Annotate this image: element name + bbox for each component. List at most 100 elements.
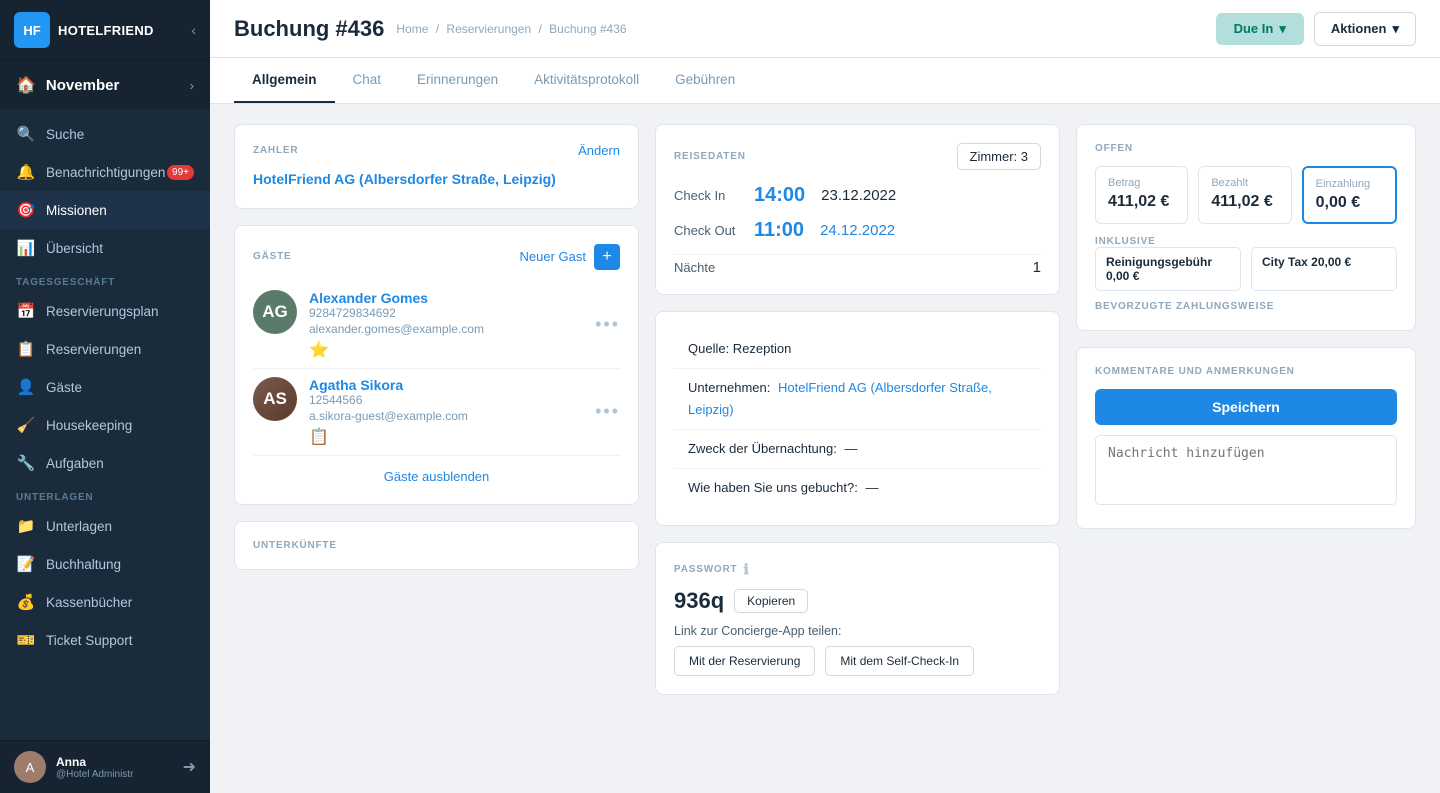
reisedaten-label: REISEDATEN bbox=[674, 151, 746, 162]
sidebar-item-aufgaben[interactable]: 🔧 Aufgaben bbox=[0, 444, 210, 482]
sidebar-item-gaste[interactable]: 👤 Gäste bbox=[0, 368, 210, 406]
nachte-value: 1 bbox=[1033, 259, 1041, 276]
tab-chat[interactable]: Chat bbox=[335, 58, 400, 103]
more-options-icon[interactable]: ••• bbox=[595, 401, 620, 422]
content-area: ZAHLER Ändern HotelFriend AG (Albersdorf… bbox=[210, 104, 1440, 793]
guest-name: Alexander Gomes bbox=[309, 290, 587, 306]
tab-gebuhren[interactable]: Gebühren bbox=[657, 58, 753, 103]
breadcrumb: Home / Reservierungen / Buchung #436 bbox=[396, 22, 626, 36]
right-column: OFFEN Betrag 411,02 € Bezahlt 411,02 € E… bbox=[1076, 124, 1416, 695]
kommentar-input[interactable] bbox=[1095, 435, 1397, 505]
sidebar-item-reservierungen[interactable]: 📋 Reservierungen bbox=[0, 330, 210, 368]
betrag-value: 411,02 € bbox=[1108, 193, 1175, 211]
sidebar-item-housekeeping[interactable]: 🧹 Housekeeping bbox=[0, 406, 210, 444]
sidebar-logo: HF HOTELFRIEND ‹ bbox=[0, 0, 210, 61]
list-icon: 📋 bbox=[16, 340, 36, 358]
sidebar-label-benachrichtigungen: Benachrichtigungen bbox=[46, 165, 165, 180]
citytax-label: City Tax bbox=[1262, 255, 1308, 269]
share-reservierung-button[interactable]: Mit der Reservierung bbox=[674, 646, 815, 676]
housekeeping-icon: 🧹 bbox=[16, 416, 36, 434]
home-icon: 🏠 bbox=[16, 75, 36, 95]
sidebar-month[interactable]: 🏠 November › bbox=[0, 61, 210, 109]
checkin-time: 14:00 bbox=[754, 184, 805, 207]
zahler-card: ZAHLER Ändern HotelFriend AG (Albersdorf… bbox=[234, 124, 639, 209]
einzahlung-value: 0,00 € bbox=[1316, 194, 1383, 212]
bell-icon: 🔔 bbox=[16, 163, 36, 181]
sidebar-collapse-icon[interactable]: ‹ bbox=[191, 22, 196, 38]
guest-badge: ⭐ bbox=[309, 340, 587, 360]
unterkunfte-label: UNTERKÜNFTE bbox=[253, 540, 620, 551]
checkout-label: Check Out bbox=[674, 223, 754, 238]
nav-section-unterlagen: UNTERLAGEN bbox=[0, 482, 210, 507]
sidebar-label-aufgaben: Aufgaben bbox=[46, 456, 104, 471]
sidebar-label-gaste: Gäste bbox=[46, 380, 82, 395]
info-card: Quelle: Rezeption Unternehmen: HotelFrie… bbox=[655, 311, 1060, 526]
sidebar-item-missionen[interactable]: 🎯 Missionen bbox=[0, 191, 210, 229]
nachte-label: Nächte bbox=[674, 260, 715, 275]
sidebar-item-reservierungsplan[interactable]: 📅 Reservierungsplan bbox=[0, 292, 210, 330]
inklusive-label: Inklusive bbox=[1095, 236, 1397, 247]
unterkunfte-card: UNTERKÜNFTE bbox=[234, 521, 639, 570]
zahler-name: HotelFriend AG (Albersdorfer Straße, Lei… bbox=[253, 170, 620, 190]
sidebar-item-unterlagen[interactable]: 📁 Unterlagen bbox=[0, 507, 210, 545]
info-icon[interactable]: ℹ bbox=[743, 561, 749, 578]
page-title: Buchung #436 bbox=[234, 16, 384, 42]
breadcrumb-home: Home bbox=[396, 22, 428, 36]
logout-icon[interactable]: ➜ bbox=[183, 757, 196, 777]
add-guest-button[interactable]: + bbox=[594, 244, 620, 270]
ticket-icon: 🎫 bbox=[16, 631, 36, 649]
main-area: Buchung #436 Home / Reservierungen / Buc… bbox=[210, 0, 1440, 793]
citytax-value: 20,00 € bbox=[1311, 255, 1351, 269]
zimmer-button[interactable]: Zimmer: 3 bbox=[957, 143, 1042, 170]
left-column: ZAHLER Ändern HotelFriend AG (Albersdorf… bbox=[234, 124, 639, 695]
sidebar-item-suche[interactable]: 🔍 Suche bbox=[0, 115, 210, 153]
guest-email: a.sikora-guest@example.com bbox=[309, 409, 587, 423]
aktionen-button[interactable]: Aktionen ▾ bbox=[1314, 12, 1416, 46]
tab-allgemein[interactable]: Allgemein bbox=[234, 58, 335, 103]
sidebar-label-reservierungsplan: Reservierungsplan bbox=[46, 304, 159, 319]
list-item: AG Alexander Gomes 9284729834692 alexand… bbox=[253, 282, 620, 369]
notification-badge: 99+ bbox=[167, 165, 194, 180]
nav-section-tagesgeschaft: TAGESGESCHÄFT bbox=[0, 267, 210, 292]
betrag-box: Betrag 411,02 € bbox=[1095, 166, 1188, 224]
buchung-value: — bbox=[865, 480, 878, 495]
tab-erinnerungen[interactable]: Erinnerungen bbox=[399, 58, 516, 103]
neuer-gast-button[interactable]: Neuer Gast bbox=[520, 249, 586, 264]
guest-badge: 📋 bbox=[309, 427, 587, 447]
calendar-icon: 📅 bbox=[16, 302, 36, 320]
guest-name: Agatha Sikora bbox=[309, 377, 587, 393]
sidebar-item-ticket-support[interactable]: 🎫 Ticket Support bbox=[0, 621, 210, 659]
checkout-time: 11:00 bbox=[754, 219, 804, 242]
bezahlt-title: Bezahlt bbox=[1211, 177, 1278, 189]
speichern-button[interactable]: Speichern bbox=[1095, 389, 1397, 425]
passwort-value: 936q bbox=[674, 588, 724, 614]
sidebar-item-ubersicht[interactable]: 📊 Übersicht bbox=[0, 229, 210, 267]
offen-label: OFFEN bbox=[1095, 143, 1397, 154]
gaeste-ausblenden-button[interactable]: Gäste ausblenden bbox=[384, 469, 490, 484]
einzahlung-box: Einzahlung 0,00 € bbox=[1302, 166, 1397, 224]
bevorzugt-label: BEVORZUGTE ZAHLUNGSWEISE bbox=[1095, 301, 1397, 312]
avatar: A bbox=[14, 751, 46, 783]
folder-icon: 📁 bbox=[16, 517, 36, 535]
sidebar-item-buchhaltung[interactable]: 📝 Buchhaltung bbox=[0, 545, 210, 583]
kopieren-button[interactable]: Kopieren bbox=[734, 589, 808, 613]
andern-button[interactable]: Ändern bbox=[578, 143, 620, 158]
buchung-label: Wie haben Sie uns gebucht?: bbox=[688, 480, 858, 495]
betrag-title: Betrag bbox=[1108, 177, 1175, 189]
tab-aktivitatsprotokoll[interactable]: Aktivitätsprotokoll bbox=[516, 58, 657, 103]
passwort-label: PASSWORT bbox=[674, 564, 737, 575]
share-self-checkin-button[interactable]: Mit dem Self-Check-In bbox=[825, 646, 974, 676]
more-options-icon[interactable]: ••• bbox=[595, 314, 620, 335]
sidebar-label-missionen: Missionen bbox=[46, 203, 107, 218]
sidebar-nav: 🔍 Suche 🔔 Benachrichtigungen 99+ 🎯 Missi… bbox=[0, 109, 210, 740]
sidebar-item-benachrichtigungen[interactable]: 🔔 Benachrichtigungen 99+ bbox=[0, 153, 210, 191]
logo-text: HOTELFRIEND bbox=[58, 23, 154, 38]
due-in-button[interactable]: Due In ▾ bbox=[1216, 13, 1304, 45]
breadcrumb-reservierungen: Reservierungen bbox=[446, 22, 531, 36]
sidebar-item-kassenbuecher[interactable]: 💰 Kassenbücher bbox=[0, 583, 210, 621]
overview-icon: 📊 bbox=[16, 239, 36, 257]
link-label: Link zur Concierge-App teilen: bbox=[674, 624, 1041, 638]
reinigung-box: Reinigungsgebühr 0,00 € bbox=[1095, 247, 1241, 291]
kommentar-card: KOMMENTARE UND ANMERKUNGEN Speichern bbox=[1076, 347, 1416, 529]
tabs: Allgemein Chat Erinnerungen Aktivitätspr… bbox=[210, 58, 1440, 104]
